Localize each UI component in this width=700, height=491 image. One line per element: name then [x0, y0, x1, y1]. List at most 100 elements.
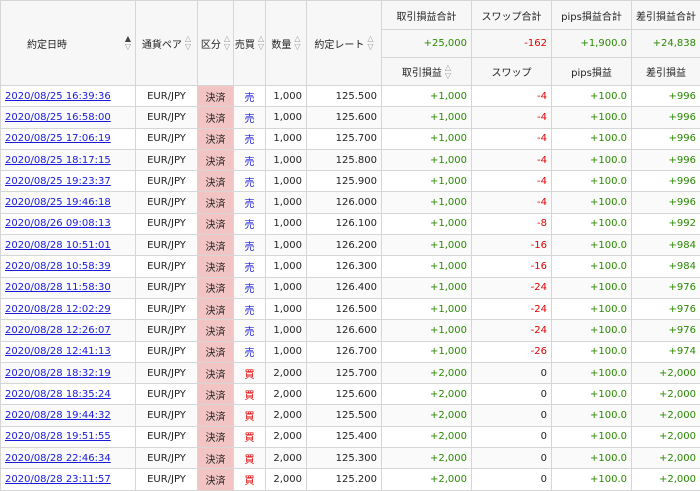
side-cell: 買 — [234, 405, 266, 426]
trade-date-link[interactable]: 2020/08/28 19:44:32 — [5, 410, 111, 421]
date-cell: 2020/08/28 10:51:01 — [1, 235, 136, 256]
trade-date-link[interactable]: 2020/08/25 19:46:18 — [5, 197, 111, 208]
side-cell: 買 — [234, 426, 266, 447]
rate-cell: 125.900 — [307, 171, 382, 192]
qty-cell: 1,000 — [266, 256, 307, 277]
side-cell: 売 — [234, 277, 266, 298]
rate-cell: 126.400 — [307, 277, 382, 298]
currency-pair: EUR/JPY — [136, 149, 198, 170]
pips-cell: +100.0 — [552, 128, 632, 149]
qty-cell: 1,000 — [266, 277, 307, 298]
kubun-cell: 決済 — [198, 256, 234, 277]
sort-icon[interactable]: △▽ — [224, 35, 230, 51]
sort-icon[interactable]: △▽ — [258, 35, 264, 51]
col-header-qty[interactable]: 数量 △▽ — [266, 1, 307, 86]
table-row: 2020/08/25 16:58:00EUR/JPY決済売1,000125.60… — [1, 107, 700, 128]
col-header-kubun[interactable]: 区分 △▽ — [198, 1, 234, 86]
currency-pair: EUR/JPY — [136, 192, 198, 213]
kubun-cell: 決済 — [198, 171, 234, 192]
side-cell: 買 — [234, 469, 266, 490]
trade-date-link[interactable]: 2020/08/28 18:32:19 — [5, 368, 111, 379]
trade-date-link[interactable]: 2020/08/28 10:58:39 — [5, 261, 111, 272]
trade-date-link[interactable]: 2020/08/25 19:23:37 — [5, 176, 111, 187]
trade-date-link[interactable]: 2020/08/28 19:51:55 — [5, 431, 111, 442]
date-cell: 2020/08/25 18:17:15 — [1, 149, 136, 170]
currency-pair: EUR/JPY — [136, 448, 198, 469]
trade-date-link[interactable]: 2020/08/28 12:41:13 — [5, 346, 111, 357]
trade-date-link[interactable]: 2020/08/26 09:08:13 — [5, 218, 111, 229]
pl-cell: +2,000 — [382, 362, 472, 383]
total-pips: +1,900.0 — [552, 30, 632, 58]
rate-cell: 125.700 — [307, 128, 382, 149]
qty-cell: 1,000 — [266, 341, 307, 362]
net-cell: +2,000 — [632, 426, 700, 447]
rate-cell: 126.300 — [307, 256, 382, 277]
currency-pair: EUR/JPY — [136, 405, 198, 426]
side-cell: 売 — [234, 149, 266, 170]
trade-date-link[interactable]: 2020/08/28 12:02:29 — [5, 304, 111, 315]
kubun-cell: 決済 — [198, 405, 234, 426]
net-cell: +2,000 — [632, 469, 700, 490]
qty-cell: 2,000 — [266, 384, 307, 405]
swap-cell: -16 — [472, 256, 552, 277]
table-row: 2020/08/28 18:32:19EUR/JPY決済買2,000125.70… — [1, 362, 700, 383]
sort-icon[interactable]: △▽ — [185, 35, 191, 51]
currency-pair: EUR/JPY — [136, 341, 198, 362]
col-header-kubun-label: 区分 — [201, 36, 221, 51]
table-row: 2020/08/25 17:06:19EUR/JPY決済売1,000125.70… — [1, 128, 700, 149]
date-cell: 2020/08/28 22:46:34 — [1, 448, 136, 469]
date-cell: 2020/08/28 10:58:39 — [1, 256, 136, 277]
table-row: 2020/08/28 11:58:30EUR/JPY決済売1,000126.40… — [1, 277, 700, 298]
trade-date-link[interactable]: 2020/08/28 23:11:57 — [5, 474, 111, 485]
pips-cell: +100.0 — [552, 107, 632, 128]
col-header-pl[interactable]: 取引損益 △▽ — [382, 58, 472, 86]
table-row: 2020/08/25 19:23:37EUR/JPY決済売1,000125.90… — [1, 171, 700, 192]
rate-cell: 125.500 — [307, 405, 382, 426]
trade-date-link[interactable]: 2020/08/25 16:58:00 — [5, 112, 111, 123]
pl-cell: +1,000 — [382, 341, 472, 362]
swap-cell: 0 — [472, 469, 552, 490]
col-header-pair-label: 通貨ペア — [142, 36, 182, 51]
qty-cell: 1,000 — [266, 320, 307, 341]
col-header-pair[interactable]: 通貨ペア △▽ — [136, 1, 198, 86]
sort-icon[interactable]: △▽ — [294, 35, 300, 51]
kubun-cell: 決済 — [198, 298, 234, 319]
rate-cell: 126.600 — [307, 320, 382, 341]
col-header-side[interactable]: 売買 △▽ — [234, 1, 266, 86]
kubun-cell: 決済 — [198, 362, 234, 383]
side-cell: 売 — [234, 320, 266, 341]
qty-cell: 1,000 — [266, 107, 307, 128]
kubun-cell: 決済 — [198, 426, 234, 447]
swap-cell: -4 — [472, 86, 552, 107]
currency-pair: EUR/JPY — [136, 384, 198, 405]
col-header-pl-label: 取引損益 — [402, 64, 442, 79]
col-header-net: 差引損益 — [632, 58, 700, 86]
kubun-cell: 決済 — [198, 469, 234, 490]
swap-cell: -4 — [472, 171, 552, 192]
trade-date-link[interactable]: 2020/08/28 11:58:30 — [5, 282, 111, 293]
pips-cell: +100.0 — [552, 149, 632, 170]
sort-icon[interactable]: △▽ — [367, 35, 373, 51]
pips-cell: +100.0 — [552, 256, 632, 277]
sort-icon[interactable]: △▽ — [445, 64, 451, 80]
pl-cell: +1,000 — [382, 171, 472, 192]
pl-cell: +1,000 — [382, 107, 472, 128]
trade-date-link[interactable]: 2020/08/28 10:51:01 — [5, 240, 111, 251]
date-cell: 2020/08/28 18:32:19 — [1, 362, 136, 383]
col-header-pips-total: pips損益合計 — [552, 1, 632, 30]
trade-date-link[interactable]: 2020/08/28 18:35:24 — [5, 389, 111, 400]
col-header-rate[interactable]: 約定レート △▽ — [307, 1, 382, 86]
side-cell: 売 — [234, 213, 266, 234]
trade-date-link[interactable]: 2020/08/25 17:06:19 — [5, 133, 111, 144]
trade-date-link[interactable]: 2020/08/28 12:26:07 — [5, 325, 111, 336]
pips-cell: +100.0 — [552, 405, 632, 426]
sort-icon[interactable]: ▲▽ — [125, 35, 131, 51]
kubun-cell: 決済 — [198, 320, 234, 341]
col-header-rate-label: 約定レート — [314, 36, 364, 51]
col-header-date[interactable]: 約定日時 ▲▽ — [1, 1, 136, 86]
trade-date-link[interactable]: 2020/08/25 16:39:36 — [5, 91, 111, 102]
kubun-cell: 決済 — [198, 384, 234, 405]
trade-date-link[interactable]: 2020/08/25 18:17:15 — [5, 155, 111, 166]
rate-cell: 125.700 — [307, 362, 382, 383]
trade-date-link[interactable]: 2020/08/28 22:46:34 — [5, 453, 111, 464]
